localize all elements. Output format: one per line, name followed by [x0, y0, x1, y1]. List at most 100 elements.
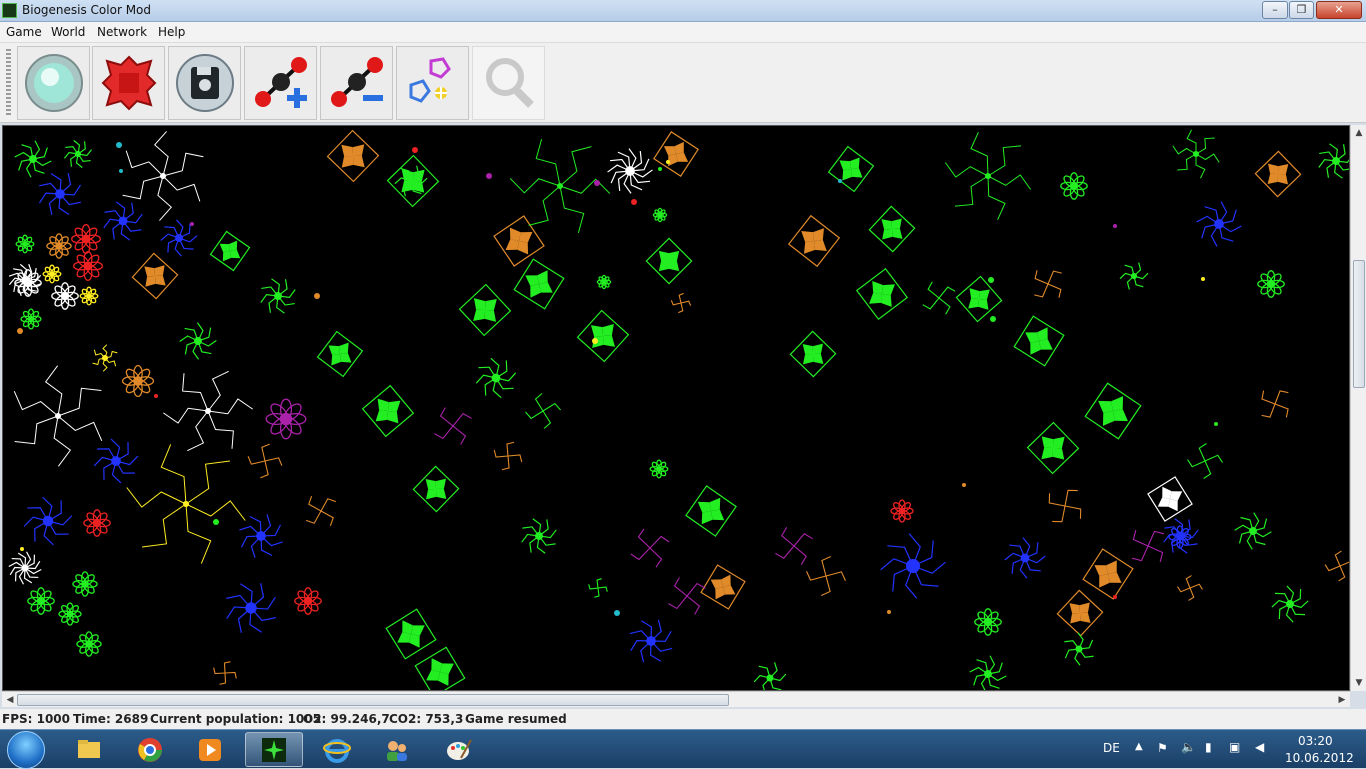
menu-network[interactable]: Network: [97, 25, 147, 39]
organism: [775, 527, 813, 565]
organism: [247, 443, 283, 479]
organism: [131, 252, 179, 300]
organism: [607, 148, 653, 194]
particle: [17, 328, 23, 334]
menu-help[interactable]: Help: [158, 25, 185, 39]
usb-icon[interactable]: ▣: [1229, 740, 1240, 754]
organism: [789, 330, 837, 378]
organism: [475, 357, 517, 399]
organism: [1131, 529, 1165, 563]
organism: [1084, 382, 1142, 440]
organism: [1064, 632, 1094, 666]
particle: [887, 610, 891, 614]
organism: [361, 384, 415, 438]
organism: [316, 330, 364, 378]
horizontal-scroll-thumb[interactable]: [17, 694, 729, 706]
status-bar: FPS: 1000 Time: 2689 Current population:…: [0, 709, 1366, 729]
world-canvas[interactable]: [2, 125, 1350, 691]
minimize-button[interactable]: –: [1262, 1, 1288, 19]
organism: [509, 139, 611, 233]
organism: [20, 308, 42, 330]
particle: [1201, 277, 1205, 281]
volume-icon[interactable]: 🔈: [1181, 740, 1196, 754]
window-title: Biogenesis Color Mod: [22, 3, 152, 17]
population-readout: Current population: 1005: [150, 712, 321, 726]
organism: [458, 283, 512, 337]
organism: [306, 496, 336, 526]
organism: [493, 215, 545, 267]
new-world-button[interactable]: [17, 46, 90, 120]
game-state: Game resumed: [465, 712, 567, 726]
show-hidden-icons-icon[interactable]: ▲: [1135, 741, 1143, 752]
organism: [645, 237, 693, 285]
organism: [260, 278, 296, 314]
menu-bar: Game World Network Help: [0, 22, 1366, 43]
particle: [1113, 224, 1117, 228]
organism: [668, 577, 706, 615]
speaker-icon[interactable]: ◀: [1255, 740, 1264, 754]
language-indicator[interactable]: DE: [1103, 741, 1120, 755]
scroll-down-icon[interactable]: ▼: [1351, 675, 1366, 691]
chrome-icon[interactable]: [121, 732, 179, 767]
organism: [163, 370, 253, 452]
biogenesis-icon[interactable]: [245, 732, 303, 767]
vertical-scroll-thumb[interactable]: [1353, 260, 1365, 388]
organism: [868, 205, 916, 253]
menu-game[interactable]: Game: [6, 25, 42, 39]
particle: [119, 169, 123, 173]
action-center-icon[interactable]: ⚑: [1157, 741, 1168, 755]
horizontal-scrollbar[interactable]: ◀ ▶: [2, 691, 1350, 707]
particle: [190, 222, 194, 226]
organism: [326, 129, 380, 183]
o2-readout: O2: 99.246,7: [303, 712, 390, 726]
decrease-co2-button[interactable]: [320, 46, 393, 120]
particle: [314, 293, 320, 299]
clock-date[interactable]: 10.06.2012: [1285, 751, 1354, 765]
toolbar: [0, 43, 1366, 123]
media-player-icon[interactable]: [181, 732, 239, 767]
particle: [666, 160, 670, 164]
organism: [955, 275, 1003, 323]
start-icon[interactable]: [7, 731, 45, 769]
increase-co2-button[interactable]: [244, 46, 317, 120]
particle: [486, 173, 492, 179]
scroll-right-icon[interactable]: ▶: [1334, 692, 1350, 708]
open-button[interactable]: [92, 46, 165, 120]
organism: [27, 587, 55, 615]
examine-button[interactable]: [472, 46, 545, 120]
organism: [434, 407, 472, 445]
particle: [116, 142, 122, 148]
scroll-left-icon[interactable]: ◀: [2, 692, 18, 708]
organism: [629, 619, 673, 663]
disk-icon: [175, 54, 234, 112]
contacts-icon[interactable]: [368, 732, 426, 767]
organism: [1147, 476, 1193, 522]
organism: [83, 509, 111, 537]
paint-icon[interactable]: [430, 732, 488, 767]
clock-time[interactable]: 03:20: [1298, 734, 1333, 748]
manipulate-button[interactable]: [396, 46, 469, 120]
toolbar-grip[interactable]: [6, 49, 11, 117]
explorer-icon[interactable]: [60, 732, 118, 767]
maximize-button[interactable]: ❐: [1289, 1, 1314, 19]
particle: [658, 167, 662, 171]
vertical-scrollbar[interactable]: ▲ ▼: [1350, 125, 1366, 691]
organism: [513, 258, 565, 310]
organism: [653, 131, 699, 177]
organism: [880, 533, 946, 599]
organism: [1271, 585, 1309, 623]
organism: [42, 264, 62, 284]
organism: [969, 655, 1007, 690]
close-button[interactable]: ✕: [1316, 1, 1362, 19]
network-icon[interactable]: ▮: [1205, 740, 1212, 754]
save-button[interactable]: [168, 46, 241, 120]
globe-icon: [24, 54, 83, 112]
organism: [1261, 390, 1289, 418]
organism: [14, 269, 42, 297]
organism: [73, 251, 103, 281]
scroll-up-icon[interactable]: ▲: [1351, 125, 1366, 141]
organism: [23, 496, 73, 546]
ie-icon[interactable]: [308, 732, 366, 767]
particle: [838, 179, 842, 183]
menu-world[interactable]: World: [51, 25, 85, 39]
